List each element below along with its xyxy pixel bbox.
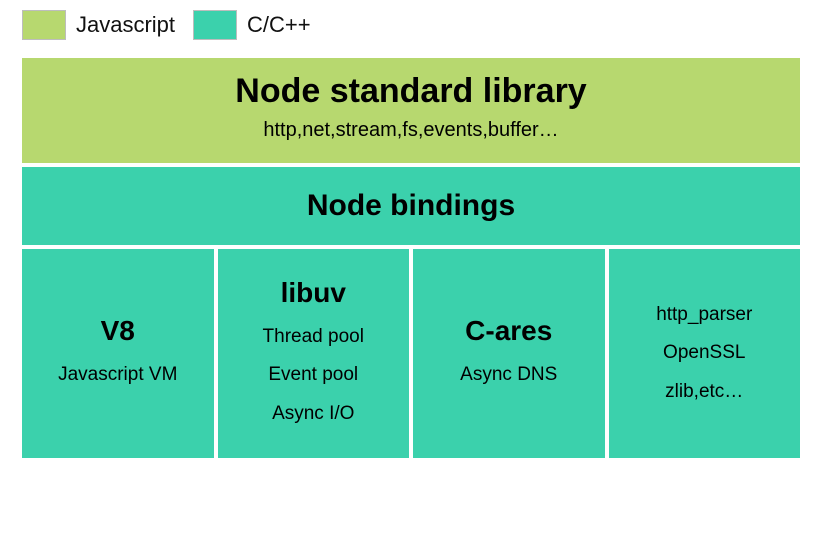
- layer-native-row: V8 Javascript VM libuv Thread pool Event…: [20, 247, 802, 460]
- swatch-javascript: [22, 10, 66, 40]
- layer-node-bindings: Node bindings: [20, 165, 802, 247]
- v8-title: V8: [101, 315, 135, 347]
- cares-title: C-ares: [465, 315, 552, 347]
- misc-sub1: http_parser: [656, 299, 752, 331]
- bindings-title: Node bindings: [307, 189, 515, 223]
- misc-sub2: OpenSSL: [663, 337, 745, 369]
- libuv-sub1: Thread pool: [263, 321, 364, 353]
- cell-cares: C-ares Async DNS: [411, 247, 607, 460]
- cares-sub: Async DNS: [460, 359, 557, 391]
- legend-item-cpp: C/C++: [193, 10, 311, 40]
- misc-sub3: zlib,etc…: [665, 376, 743, 408]
- stdlib-title: Node standard library: [235, 72, 586, 111]
- cell-libuv: libuv Thread pool Event pool Async I/O: [216, 247, 412, 460]
- libuv-sub2: Event pool: [268, 359, 358, 391]
- layer-standard-library: Node standard library http,net,stream,fs…: [20, 56, 802, 165]
- legend-item-javascript: Javascript: [22, 10, 175, 40]
- architecture-stack: Node standard library http,net,stream,fs…: [20, 56, 802, 460]
- libuv-sub3: Async I/O: [272, 398, 354, 430]
- legend-label-cpp: C/C++: [247, 12, 311, 38]
- legend: Javascript C/C++: [20, 10, 802, 40]
- libuv-title: libuv: [281, 277, 346, 309]
- cell-misc: http_parser OpenSSL zlib,etc…: [607, 247, 803, 460]
- cell-v8: V8 Javascript VM: [20, 247, 216, 460]
- legend-label-javascript: Javascript: [76, 12, 175, 38]
- v8-sub: Javascript VM: [58, 359, 177, 391]
- stdlib-subtitle: http,net,stream,fs,events,buffer…: [263, 115, 558, 145]
- swatch-cpp: [193, 10, 237, 40]
